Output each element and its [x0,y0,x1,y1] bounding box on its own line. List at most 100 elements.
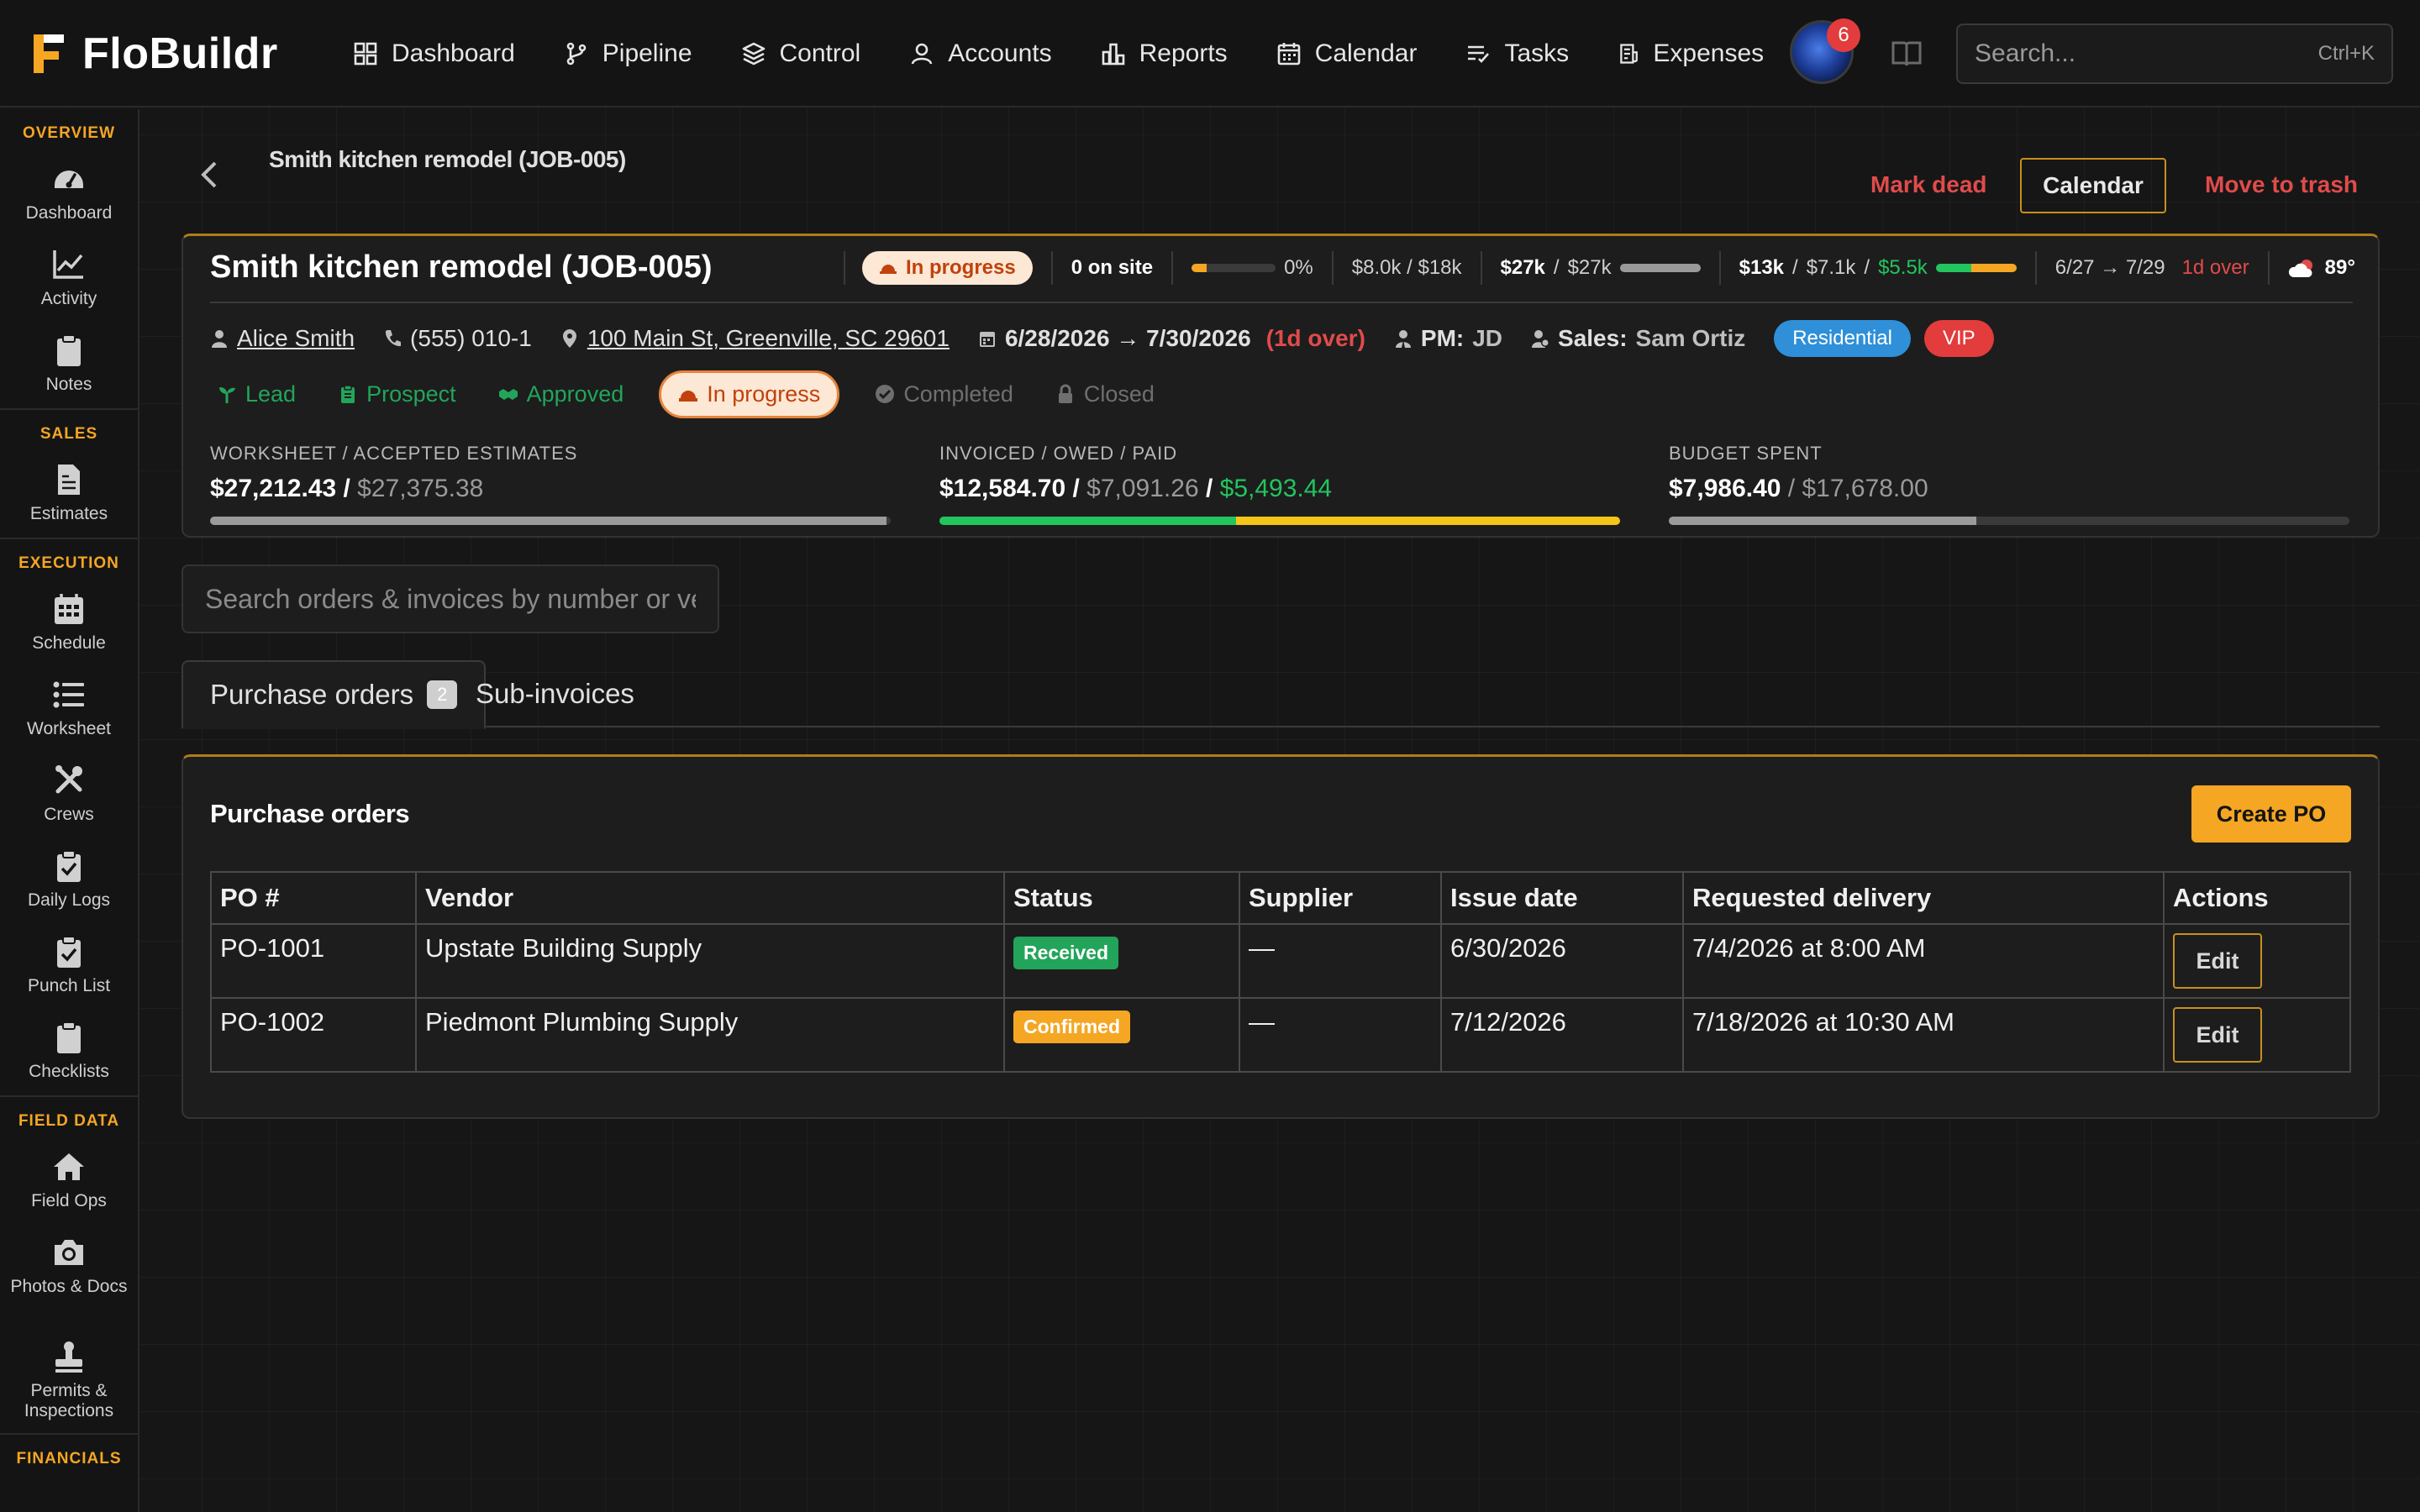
sidebar-item-label: Field Ops [31,1191,107,1210]
stage-approved[interactable]: Approved [492,381,631,407]
vendor: Piedmont Plumbing Supply [415,997,1005,1073]
sidebar-section-field-data: FIELD DATA Field Ops Photos & Docs Permi… [0,1095,138,1433]
user-icon [212,330,227,348]
calendar-button[interactable]: Calendar [2020,158,2166,213]
sidebar-item-label: Daily Logs [27,890,111,910]
check-circle-icon [876,385,895,403]
map-pin-icon [562,329,576,348]
nav-label: Expenses [1653,39,1765,67]
create-po-button[interactable]: Create PO [2191,785,2351,843]
sidebar-item-worksheet[interactable]: Worksheet [0,667,138,753]
sidebar-item-notes[interactable]: Notes [0,323,138,408]
move-to-trash-button[interactable]: Move to trash [2205,171,2358,198]
strip-dates: 6/27 → 7/29 1d over [2034,251,2268,285]
stage-prospect[interactable]: Prospect [331,381,463,407]
sidebar-item-permits[interactable]: Permits & Inspections [0,1329,138,1433]
requested-delivery: 7/18/2026 at 10:30 AM [1682,997,2165,1073]
back-chevron-icon[interactable] [195,158,224,192]
po-number[interactable]: PO-1001 [210,923,417,999]
nav-control[interactable]: Control [741,39,860,68]
invoice-bar [939,517,1620,525]
budget-values: $7,986.40 / $17,678.00 [1669,475,1928,502]
worksheet-label: WORKSHEET / ACCEPTED ESTIMATES [210,443,578,464]
clipboard-icon [57,1021,81,1053]
invoice-short-b: $7.1k [1806,256,1856,279]
column-header-vendor: Vendor [415,871,1005,925]
edit-button[interactable]: Edit [2173,1007,2262,1063]
sidebar-item-label: Schedule [32,633,106,653]
status-badge: Confirmed [1013,1011,1130,1043]
user-dollar-icon [1532,330,1550,348]
clipboard-icon [57,334,81,366]
sidebar-item-schedule[interactable]: Schedule [0,581,138,667]
issue-date: 6/30/2026 [1440,923,1684,999]
sidebar-item-label: Crews [44,805,94,824]
estimate-bar [1619,264,1701,272]
sidebar-item-label: Estimates [29,504,108,523]
column-header-status: Status [1003,871,1240,925]
sidebar-item-label: Permits & Inspections [24,1381,114,1420]
sidebar-item-dashboard[interactable]: Dashboard [0,151,138,237]
stage-lead[interactable]: Lead [210,381,302,407]
phone-text: (555) 010-1 [410,325,532,351]
address[interactable]: 100 Main St, Greenville, SC 29601 [560,325,950,352]
worksheet-fill [210,517,887,525]
user-icon [911,43,933,65]
tab-purchase-orders[interactable]: Purchase orders 2 [182,660,487,729]
edit-button[interactable]: Edit [2173,933,2262,989]
book-icon[interactable] [1891,39,1923,69]
nav-accounts[interactable]: Accounts [909,39,1052,68]
nav-tasks[interactable]: Tasks [1465,39,1569,68]
budget-label: BUDGET SPENT [1669,443,1823,464]
nav-reports[interactable]: Reports [1101,39,1228,68]
nav-label: Reports [1139,39,1228,67]
clipboard-check-icon [57,850,81,882]
sidebar-item-checklists[interactable]: Checklists [0,1010,138,1095]
project-manager: PM: JD [1394,325,1502,352]
column-header-po: PO # [210,871,417,925]
column-header-requested-delivery: Requested delivery [1682,871,2165,925]
sidebar-item-daily-logs[interactable]: Daily Logs [0,838,138,924]
nav-calendar[interactable]: Calendar [1276,39,1417,68]
sidebar-item-estimates[interactable]: Estimates [0,452,138,538]
strip-weather: 89° [2267,251,2374,285]
tab-sub-invoices[interactable]: Sub-invoices [449,660,661,727]
orders-search-input[interactable] [182,564,719,633]
nav-expenses[interactable]: Expenses [1618,39,1764,68]
global-search-input[interactable] [1975,39,2277,68]
sidebar-item-label: Checklists [29,1062,109,1081]
brand[interactable]: FloBuildr [30,27,278,81]
address-link[interactable]: 100 Main St, Greenville, SC 29601 [587,325,950,352]
mark-dead-button[interactable]: Mark dead [1870,171,1987,198]
sidebar-item-punch-list[interactable]: Punch List [0,924,138,1010]
invoiced-amount: $12,584.70 [939,475,1066,502]
invoice-short-a: $13k [1739,256,1785,279]
client[interactable]: Alice Smith [210,325,355,352]
sidebar-item-activity[interactable]: Activity [0,237,138,323]
sidebar-item-field-ops[interactable]: Field Ops [0,1139,138,1225]
stage-label: Lead [245,381,297,407]
status-pill-label: In progress [906,256,1016,279]
layers-icon [742,42,765,66]
paid-fill [939,517,1237,525]
sales-label: Sales: [1558,325,1628,351]
purchase-orders-card: Purchase orders Create PO PO # Vendor St… [182,754,2380,1119]
table-header-row: PO # Vendor Status Supplier Issue date R… [210,871,2351,925]
sidebar-item-photos-docs[interactable]: Photos & Docs [0,1225,138,1329]
po-number[interactable]: PO-1002 [210,997,417,1073]
sidebar-item-crews[interactable]: Crews [0,753,138,838]
activity-icon [53,250,83,279]
stage-in-progress[interactable]: In progress [659,370,840,418]
client-link[interactable]: Alice Smith [237,325,355,352]
over-days: (1d over) [1265,325,1365,351]
global-search[interactable]: Ctrl+K [1956,24,2393,84]
nav-dashboard[interactable]: Dashboard [353,39,515,68]
stage-completed[interactable]: Completed [868,381,1020,407]
phone[interactable]: (555) 010-1 [383,325,532,352]
stage-closed[interactable]: Closed [1049,381,1161,407]
nav-pipeline[interactable]: Pipeline [564,39,692,68]
vendor: Upstate Building Supply [415,923,1005,999]
pm-name: JD [1472,325,1503,351]
stamp-icon [55,1341,82,1373]
user-avatar-button[interactable]: 6 [1790,18,1860,87]
